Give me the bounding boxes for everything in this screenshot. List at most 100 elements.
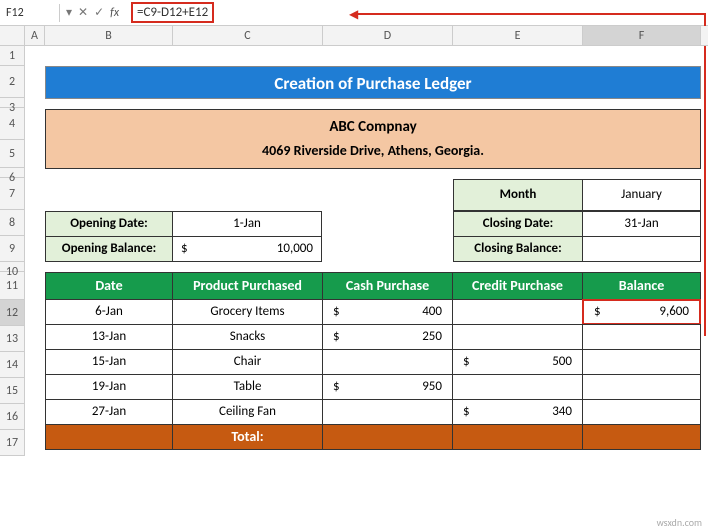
cell-credit[interactable]: $500 (452, 349, 583, 375)
company-name: ABC Compnay (46, 118, 700, 136)
total-balance[interactable] (582, 424, 701, 450)
cell-cash[interactable]: $250 (322, 324, 453, 350)
row-header-2[interactable]: 2 (0, 66, 25, 98)
cell-product[interactable]: Ceiling Fan (172, 399, 323, 425)
cell-credit[interactable]: $340 (452, 399, 583, 425)
col-header-C[interactable]: C (173, 26, 323, 45)
name-box-dropdown-icon[interactable]: ▾ (66, 5, 72, 20)
row-header-17[interactable]: 17 (0, 430, 25, 456)
currency-symbol: $ (463, 400, 470, 424)
currency-symbol: $ (333, 300, 340, 324)
cell-date[interactable]: 15-Jan (45, 349, 173, 375)
row-header-16[interactable]: 16 (0, 404, 25, 430)
col-header-E[interactable]: E (453, 26, 583, 45)
company-address: 4069 Riverside Drive, Athens, Georgia. (46, 142, 700, 159)
row-header-5[interactable]: 5 (0, 140, 25, 168)
col-header-F[interactable]: F (583, 26, 701, 45)
annotation-line (358, 13, 706, 15)
cell-balance[interactable] (582, 349, 701, 375)
th-cash: Cash Purchase (322, 272, 453, 300)
cell-cash[interactable]: $950 (322, 374, 453, 400)
currency-symbol: $ (333, 325, 340, 349)
cell-balance-selected[interactable]: $9,600 (582, 299, 701, 325)
annotation-arrow-icon: ◀ (349, 7, 358, 22)
currency-symbol: $ (181, 237, 188, 261)
col-header-A[interactable]: A (25, 26, 45, 45)
cell-date[interactable]: 27-Jan (45, 399, 173, 425)
currency-value: 9,600 (659, 300, 689, 324)
name-box[interactable]: F12 (0, 4, 60, 22)
row-header-11[interactable]: 11 (0, 272, 25, 300)
currency-value: 500 (552, 350, 572, 374)
currency-value: 340 (552, 400, 572, 424)
col-header-B[interactable]: B (45, 26, 173, 45)
total-credit[interactable] (452, 424, 583, 450)
cell-credit[interactable] (452, 374, 583, 400)
cell-product[interactable]: Grocery Items (172, 299, 323, 325)
cell-cash[interactable] (322, 399, 453, 425)
row-header-12[interactable]: 12 (0, 300, 25, 326)
col-header-D[interactable]: D (323, 26, 453, 45)
month-value[interactable]: January (582, 179, 701, 211)
watermark: wsxdn.com (657, 516, 702, 529)
row-headers: 1 2 3 4 5 6 7 8 9 10 11 12 13 14 15 16 1… (0, 46, 25, 456)
cell-product[interactable]: Chair (172, 349, 323, 375)
accept-formula-icon[interactable]: ✓ (94, 5, 104, 20)
currency-symbol: $ (333, 375, 340, 399)
company-info-box: ABC Compnay 4069 Riverside Drive, Athens… (45, 109, 701, 169)
opening-date-label: Opening Date: (45, 211, 173, 237)
currency-symbol: $ (463, 350, 470, 374)
th-product: Product Purchased (172, 272, 323, 300)
currency-value: 400 (422, 300, 442, 324)
total-label-cell (45, 424, 173, 450)
currency-value: 10,000 (277, 237, 313, 261)
cell-credit[interactable] (452, 324, 583, 350)
th-credit: Credit Purchase (452, 272, 583, 300)
cell-product[interactable]: Snacks (172, 324, 323, 350)
spreadsheet-grid: A B C D E F 1 2 3 4 5 6 7 8 9 10 11 12 1… (0, 26, 708, 46)
page-title: Creation of Purchase Ledger (45, 66, 701, 99)
row-header-1[interactable]: 1 (0, 46, 25, 66)
opening-balance-label: Opening Balance: (45, 236, 173, 262)
total-cash[interactable] (322, 424, 453, 450)
column-headers: A B C D E F (0, 26, 708, 46)
closing-date-value[interactable]: 31-Jan (582, 211, 701, 237)
cancel-formula-icon[interactable]: ✕ (78, 5, 88, 20)
currency-symbol: $ (594, 300, 601, 324)
cell-cash[interactable]: $400 (322, 299, 453, 325)
annotation-line (704, 13, 706, 336)
row-header-15[interactable]: 15 (0, 378, 25, 404)
currency-value: 950 (422, 375, 442, 399)
opening-balance-value[interactable]: $ 10,000 (172, 236, 322, 262)
cell-balance[interactable] (582, 399, 701, 425)
closing-balance-value[interactable] (582, 236, 701, 262)
cell-date[interactable]: 13-Jan (45, 324, 173, 350)
row-header-13[interactable]: 13 (0, 326, 25, 352)
row-header-8[interactable]: 8 (0, 210, 25, 236)
th-balance: Balance (582, 272, 701, 300)
row-header-10[interactable]: 10 (0, 262, 25, 272)
row-header-9[interactable]: 9 (0, 236, 25, 262)
formula-controls: ▾ ✕ ✓ fx (60, 5, 125, 20)
row-header-6[interactable]: 6 (0, 168, 25, 178)
formula-highlight: =C9-D12+E12 (131, 2, 214, 23)
total-label: Total: (172, 424, 323, 450)
row-header-7[interactable]: 7 (0, 178, 25, 210)
month-label: Month (453, 179, 583, 211)
fx-icon[interactable]: fx (110, 6, 119, 20)
th-date: Date (45, 272, 173, 300)
cell-balance[interactable] (582, 374, 701, 400)
currency-value: 250 (422, 325, 442, 349)
opening-date-value[interactable]: 1-Jan (172, 211, 322, 237)
closing-date-label: Closing Date: (453, 211, 583, 237)
cell-cash[interactable] (322, 349, 453, 375)
row-header-4[interactable]: 4 (0, 108, 25, 140)
cell-date[interactable]: 6-Jan (45, 299, 173, 325)
cell-credit[interactable] (452, 299, 583, 325)
row-header-14[interactable]: 14 (0, 352, 25, 378)
cell-date[interactable]: 19-Jan (45, 374, 173, 400)
select-all-corner[interactable] (0, 26, 25, 45)
cell-balance[interactable] (582, 324, 701, 350)
row-header-3[interactable]: 3 (0, 98, 25, 108)
cell-product[interactable]: Table (172, 374, 323, 400)
